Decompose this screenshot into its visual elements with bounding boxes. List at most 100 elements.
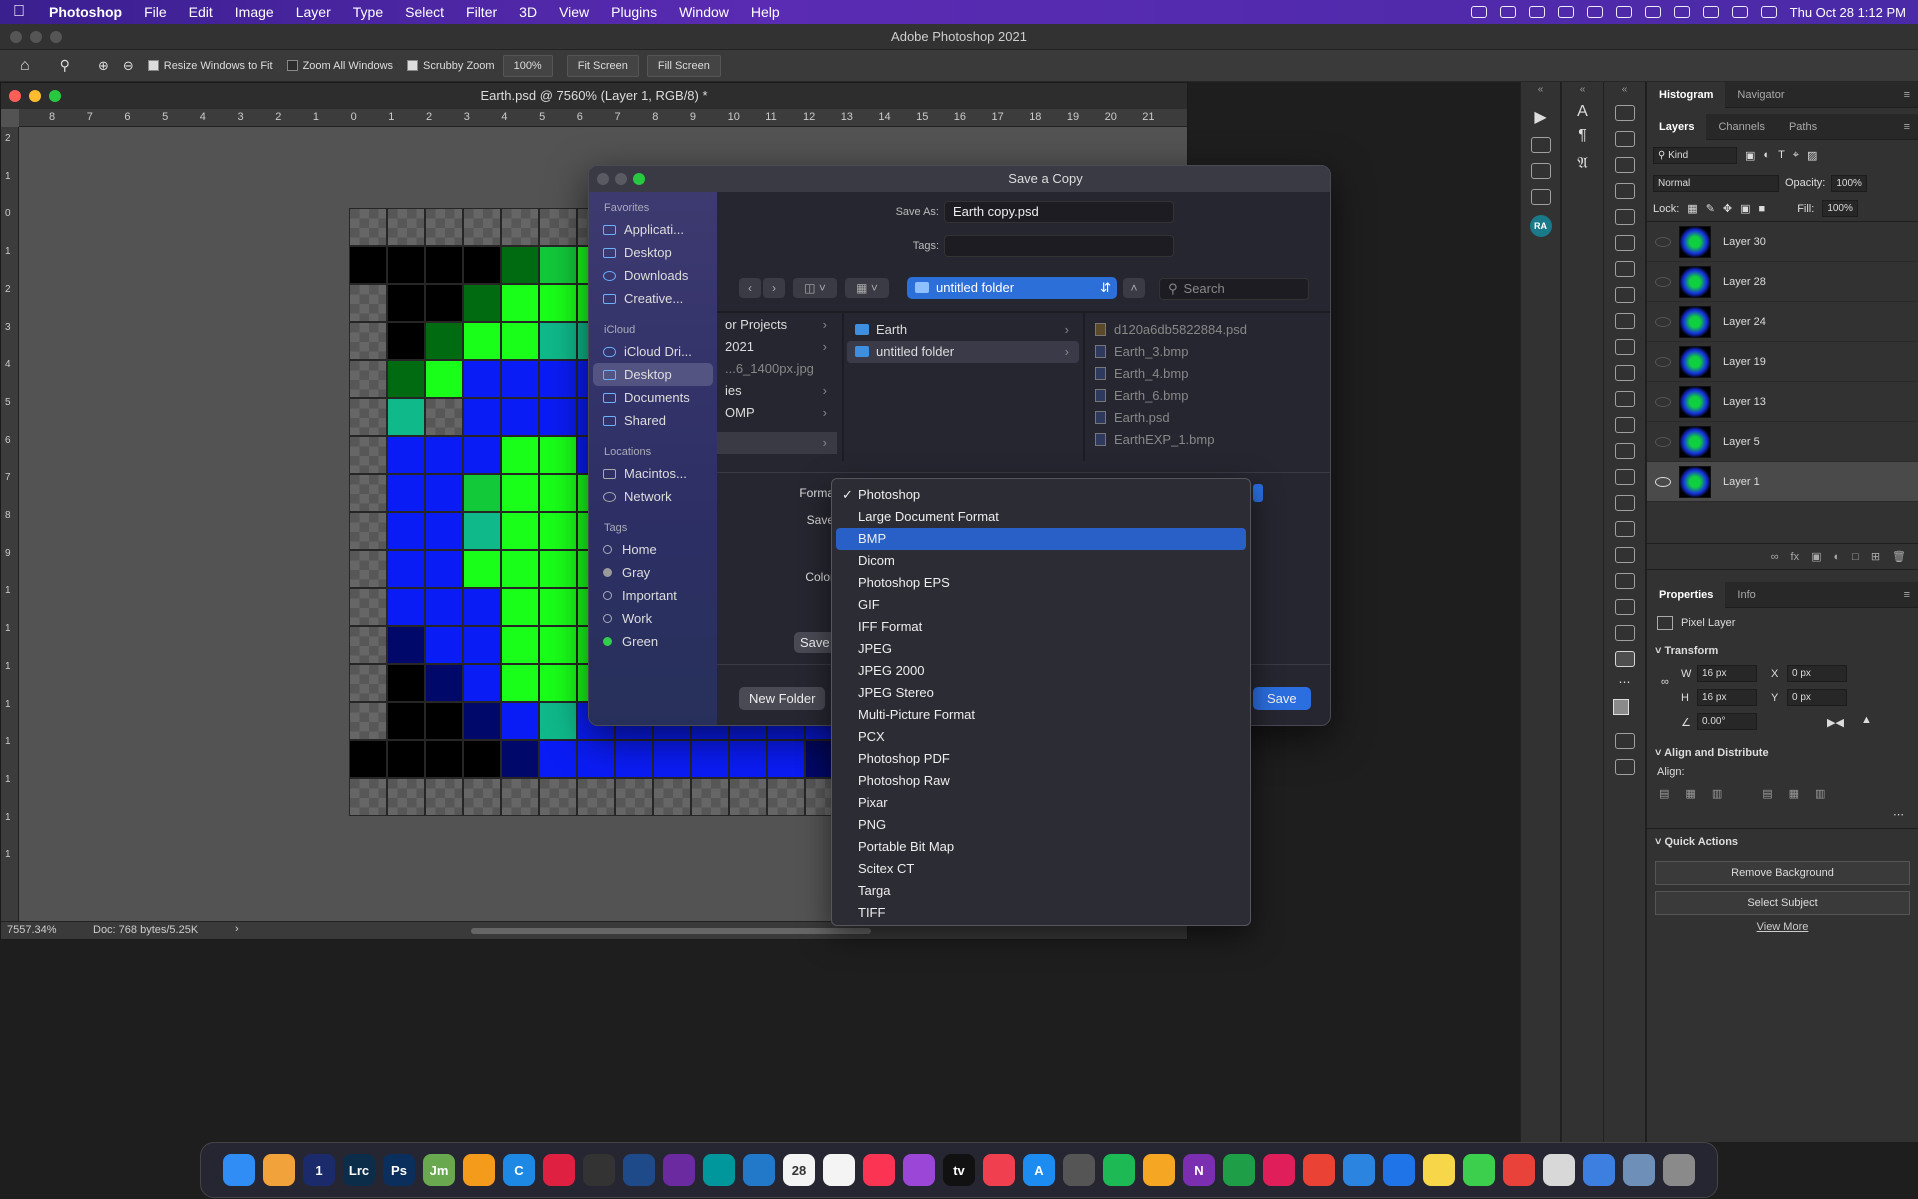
align-top-icon[interactable]: ▤ xyxy=(1762,787,1772,800)
dock-app-icon[interactable] xyxy=(743,1154,775,1186)
tab-navigator[interactable]: Navigator xyxy=(1725,82,1796,108)
user-icon[interactable] xyxy=(1615,6,1632,18)
collapse-browser-button[interactable]: ˄ xyxy=(1123,278,1145,298)
dock-app-icon[interactable] xyxy=(1143,1154,1175,1186)
healing-brush-tool-icon[interactable] xyxy=(1614,287,1635,303)
dock-app-icon[interactable] xyxy=(1223,1154,1255,1186)
quick-mask-icon[interactable] xyxy=(1614,733,1635,749)
flip-vertical-icon[interactable]: ▲ xyxy=(1861,714,1872,726)
panel-menu-icon[interactable]: ≡ xyxy=(1904,121,1910,133)
minimize-document-icon[interactable] xyxy=(29,90,41,102)
dock-app-icon[interactable] xyxy=(583,1154,615,1186)
format-option-photoshop-pdf[interactable]: Photoshop PDF xyxy=(836,748,1246,770)
list-item[interactable]: or Projects › xyxy=(717,314,837,336)
quick-select-tool-icon[interactable] xyxy=(1614,183,1635,199)
horizontal-ruler[interactable]: 8 7 6 5 4 3 2 1 0 1 2 3 4 5 6 7 8 9 10 11 12 13 14 15 16 17 18 19 20… xyxy=(19,109,1187,127)
menu-plugins[interactable]: Plugins xyxy=(600,4,668,20)
menu-window[interactable]: Window xyxy=(668,4,740,20)
zoom-window-icon[interactable] xyxy=(50,31,62,43)
pen-tool-icon[interactable] xyxy=(1614,495,1635,511)
sidebar-item-shared[interactable]: Shared xyxy=(589,409,717,432)
link-layers-icon[interactable]: ∞ xyxy=(1771,551,1779,563)
move-tool-icon[interactable] xyxy=(1614,105,1635,121)
format-popup-button[interactable] xyxy=(1253,484,1263,502)
dock-app-icon[interactable] xyxy=(863,1154,895,1186)
layer-list[interactable]: Layer 30 Layer 28 Layer 24 Layer 19 Layer 13… xyxy=(1647,222,1918,544)
add-mask-icon[interactable]: ▣ xyxy=(1811,550,1821,563)
save-button[interactable]: Save xyxy=(1253,687,1311,710)
format-option-photoshop[interactable]: ✓ Photoshop xyxy=(836,484,1246,506)
filter-adjustment-icon[interactable]: ◐ xyxy=(1763,149,1770,161)
creative-cloud-icon[interactable] xyxy=(1470,6,1487,18)
format-option-targa[interactable]: Targa xyxy=(836,880,1246,902)
dock-app-icon[interactable]: N xyxy=(1183,1154,1215,1186)
dialog-close-icon[interactable] xyxy=(597,173,609,185)
visibility-eye-icon[interactable] xyxy=(1655,316,1671,327)
select-subject-button[interactable]: Select Subject xyxy=(1655,891,1910,915)
clone-stamp-tool-icon[interactable] xyxy=(1614,339,1635,355)
new-group-icon[interactable]: □ xyxy=(1852,551,1859,563)
align-middle-icon[interactable]: ▦ xyxy=(1789,787,1799,800)
bluetooth-icon[interactable] xyxy=(1586,6,1603,18)
dock-app-icon[interactable] xyxy=(1663,1154,1695,1186)
format-option-png[interactable]: PNG xyxy=(836,814,1246,836)
collapse-arrows-icon[interactable]: « xyxy=(1604,84,1645,95)
dock-app-icon[interactable] xyxy=(983,1154,1015,1186)
visibility-eye-icon[interactable] xyxy=(1655,236,1671,247)
list-item[interactable]: 2021 › xyxy=(717,336,837,358)
tab-info[interactable]: Info xyxy=(1725,582,1767,608)
glyphs-panel-icon[interactable]: 𝔄 xyxy=(1562,155,1603,173)
crop-tool-icon[interactable] xyxy=(1614,209,1635,225)
layer-row[interactable]: Layer 24 xyxy=(1647,302,1918,342)
menu-clock[interactable]: Thu Oct 28 1:12 PM xyxy=(1790,5,1906,20)
doc-size-status[interactable]: Doc: 768 bytes/5.25K xyxy=(93,924,198,936)
rectangle-tool-icon[interactable] xyxy=(1614,573,1635,589)
tab-properties[interactable]: Properties xyxy=(1647,581,1726,608)
sidebar-tag-home[interactable]: Home xyxy=(589,538,717,561)
dock-app-icon[interactable]: Ps xyxy=(383,1154,415,1186)
blur-tool-icon[interactable] xyxy=(1614,443,1635,459)
history-brush-tool-icon[interactable] xyxy=(1614,365,1635,381)
dock-app-icon[interactable]: tv xyxy=(943,1154,975,1186)
filter-shape-icon[interactable]: ⌖ xyxy=(1793,149,1799,162)
browser-column-1[interactable]: or Projects › 2021 › ...6_1400px.jpg ies › … xyxy=(717,314,837,454)
angle-field[interactable]: 0.00° xyxy=(1697,713,1757,730)
siri-icon[interactable] xyxy=(1760,6,1777,18)
dock-app-icon[interactable] xyxy=(1303,1154,1335,1186)
dock-app-icon[interactable]: C xyxy=(503,1154,535,1186)
hand-tool-icon[interactable] xyxy=(1614,599,1635,615)
delete-layer-icon[interactable]: 🗑 xyxy=(1892,550,1906,563)
minimize-window-icon[interactable] xyxy=(30,31,42,43)
horizontal-scrollbar[interactable] xyxy=(471,928,871,934)
dialog-zoom-icon[interactable] xyxy=(633,173,645,185)
collapse-arrows-icon[interactable]: « xyxy=(1521,84,1560,95)
height-field[interactable]: 16 px xyxy=(1697,689,1757,706)
zoom-tool-active-icon[interactable] xyxy=(1614,651,1635,667)
close-document-icon[interactable] xyxy=(9,90,21,102)
character-panel-icon[interactable]: A xyxy=(1562,103,1603,121)
dodge-tool-icon[interactable] xyxy=(1614,469,1635,485)
list-item[interactable]: ...6_1400px.jpg xyxy=(717,358,837,380)
sidebar-item-desktop[interactable]: Desktop xyxy=(589,241,717,264)
format-option-gif[interactable]: GIF xyxy=(836,594,1246,616)
sidebar-item-icloud-desktop[interactable]: Desktop xyxy=(593,363,713,386)
foreground-color-swatch[interactable] xyxy=(1612,699,1629,715)
visibility-eye-icon[interactable] xyxy=(1655,356,1671,367)
panel-menu-icon[interactable]: ≡ xyxy=(1904,89,1910,101)
sidebar-item-network[interactable]: Network xyxy=(589,485,717,508)
libraries-icon[interactable] xyxy=(1530,189,1551,205)
align-center-icon[interactable]: ▦ xyxy=(1685,787,1695,800)
home-icon[interactable]: ⌂ xyxy=(20,57,30,75)
document-tab[interactable]: Earth.psd @ 7560% (Layer 1, RGB/8) * xyxy=(1,83,1187,109)
format-option-pcx[interactable]: PCX xyxy=(836,726,1246,748)
fit-screen-button[interactable]: Fit Screen xyxy=(566,54,639,77)
zoom-tool-icon[interactable]: ⚲ xyxy=(60,57,70,74)
dock-app-icon[interactable] xyxy=(263,1154,295,1186)
list-item[interactable]: OMP › xyxy=(717,402,837,424)
zoom-status[interactable]: 7557.34% xyxy=(7,924,57,936)
vertical-ruler[interactable]: 2 1 0 1 2 3 4 5 6 7 8 9 1 1 1 1 1 1 1 1 xyxy=(1,127,19,927)
brush-tool-icon[interactable] xyxy=(1614,313,1635,329)
quick-actions-section[interactable]: ˅ Quick Actions xyxy=(1647,828,1918,855)
lock-image-icon[interactable]: ✎ xyxy=(1706,202,1715,215)
tab-histogram[interactable]: Histogram xyxy=(1647,81,1726,108)
